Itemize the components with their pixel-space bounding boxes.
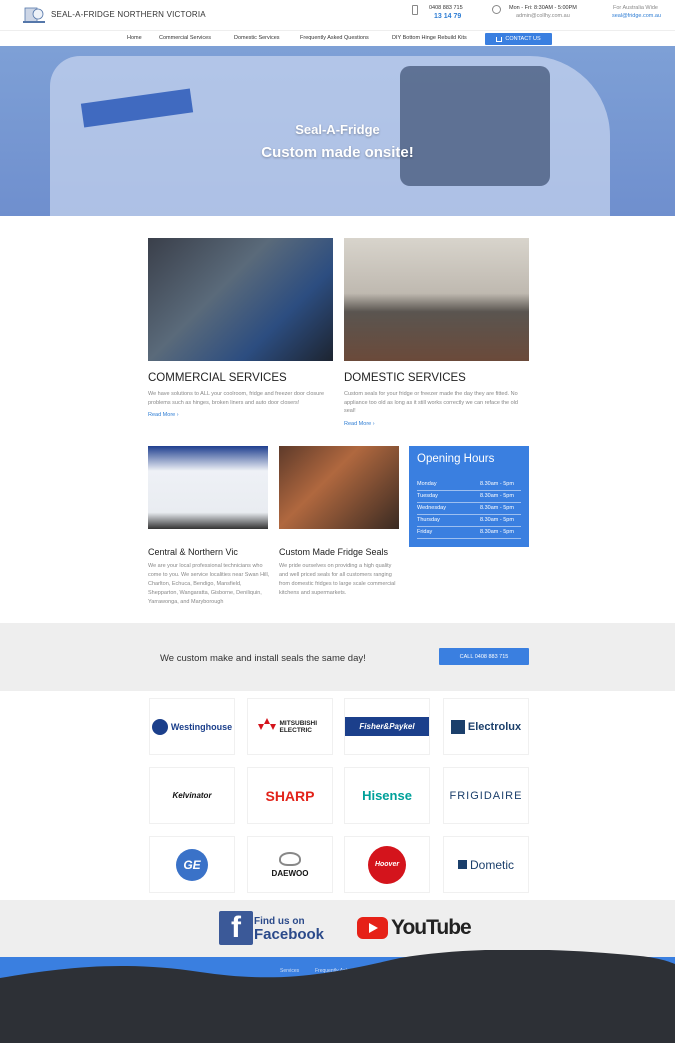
brand-daewoo: DAEWOO xyxy=(247,836,333,893)
youtube-label[interactable]: YouTube xyxy=(391,916,472,940)
contact-us-button[interactable]: CONTACT US xyxy=(485,33,552,45)
commercial-read-more-link[interactable]: Read More › xyxy=(148,412,179,418)
domestic-services-text: Custom seals for your fridge or freezer … xyxy=(344,391,518,414)
commercial-services-heading[interactable]: COMMERCIAL SERVICES xyxy=(148,372,287,384)
brand-label: Dometic xyxy=(469,857,514,872)
hours-day: Monday xyxy=(417,481,437,487)
site-header: SEAL-A-FRIDGE NORTHERN VICTORIA 0408 883… xyxy=(0,0,675,30)
header-email[interactable]: admin@collhy.com.au xyxy=(516,13,570,19)
australia-wide-email[interactable]: seal@fridge.com.au xyxy=(612,13,661,19)
brand-kelvinator: Kelvinator xyxy=(149,767,235,824)
nav-diy-kits[interactable]: DIY Bottom Hinge Rebuild Kits xyxy=(392,35,467,41)
domestic-services-image[interactable] xyxy=(344,238,529,361)
call-button[interactable]: CALL 0408 883 715 xyxy=(439,648,529,665)
brand-label: Hoover xyxy=(368,845,406,884)
central-vic-heading: Central & Northern Vic xyxy=(148,547,238,557)
fridge-seals-text: We pride ourselves on providing a high q… xyxy=(279,563,396,596)
cta-text: We custom make and install seals the sam… xyxy=(160,653,366,664)
hours-time: 8.30am - 5pm xyxy=(480,529,514,535)
facebook-icon[interactable]: f xyxy=(219,911,253,945)
hours-time: 8.30am - 5pm xyxy=(480,481,514,487)
cta-band: We custom make and install seals the sam… xyxy=(0,623,675,691)
domestic-services-heading[interactable]: DOMESTIC SERVICES xyxy=(344,372,466,384)
brand-label: Kelvinator xyxy=(172,791,212,800)
brand-label: SHARP xyxy=(265,787,315,804)
footer-wave xyxy=(0,950,675,1043)
brand-hisense: Hisense xyxy=(344,767,430,824)
fridge-seals-heading: Custom Made Fridge Seals xyxy=(279,547,389,557)
brand-label: DAEWOO xyxy=(271,868,309,878)
hero-banner: Seal-A-Fridge Custom made onsite! xyxy=(0,46,675,216)
mitsubishi-logo-icon xyxy=(257,717,276,730)
brand-label: MITSUBISHI ELECTRIC xyxy=(279,719,318,734)
brand-label: Westinghouse xyxy=(170,721,233,732)
brand-label: Electrolux xyxy=(467,720,522,733)
hours-row: Tuesday 8.30am - 5pm xyxy=(417,491,521,503)
phone-icon xyxy=(412,5,418,15)
hours-day: Tuesday xyxy=(417,493,438,499)
facebook-label[interactable]: Facebook xyxy=(254,926,324,943)
site-title[interactable]: SEAL-A-FRIDGE NORTHERN VICTORIA xyxy=(51,10,206,19)
hours-row: Wednesday 8.30am - 5pm xyxy=(417,503,521,515)
brand-ge: GE xyxy=(149,836,235,893)
hours-time: 8.30am - 5pm xyxy=(480,505,514,511)
clock-icon xyxy=(492,5,501,14)
central-vic-van-image xyxy=(148,446,268,529)
brand-label: FRIGIDAIRE xyxy=(449,789,523,802)
hours-day: Friday xyxy=(417,529,433,535)
brand-label: Fisher&Paykel xyxy=(345,717,429,736)
hours-day: Wednesday xyxy=(417,505,446,511)
brand-label: Hisense xyxy=(362,788,412,803)
hours-time: 8.30am - 5pm xyxy=(480,493,514,499)
hours-row: Monday 8.30am - 5pm xyxy=(417,479,521,491)
brand-dometic: Dometic xyxy=(443,836,529,893)
commercial-services-text: We have solutions to ALL your coolroom, … xyxy=(148,391,325,406)
nav-faq[interactable]: Frequently Asked Questions xyxy=(300,35,369,41)
nav-commercial-services[interactable]: Commercial Services xyxy=(159,35,211,41)
commercial-services-image[interactable] xyxy=(148,238,333,361)
main-nav: Home Commercial Services Domestic Servic… xyxy=(0,30,675,46)
brand-electrolux: Electrolux xyxy=(443,698,529,755)
opening-hours-title: Opening Hours xyxy=(417,453,495,465)
opening-hours-box: Opening Hours Monday 8.30am - 5pm Tuesda… xyxy=(409,446,529,547)
hours-day: Thursday xyxy=(417,517,440,523)
brand-fisher-paykel: Fisher&Paykel xyxy=(344,698,430,755)
nav-domestic-services[interactable]: Domestic Services xyxy=(234,35,280,41)
brand-label: GE xyxy=(176,848,208,881)
australia-wide-label: For Australia Wide xyxy=(613,5,658,11)
header-phone-secondary[interactable]: 13 14 79 xyxy=(434,13,461,20)
youtube-icon[interactable] xyxy=(357,917,388,939)
cart-icon xyxy=(496,36,503,42)
central-vic-text: We are your local professional technicia… xyxy=(148,563,270,605)
contact-us-label: CONTACT US xyxy=(505,36,541,42)
fridge-seals-image xyxy=(279,446,399,529)
brand-hoover: Hoover xyxy=(344,836,430,893)
nav-home[interactable]: Home xyxy=(127,35,142,41)
daewoo-logo-icon xyxy=(279,851,301,866)
header-hours: Mon - Fri: 8:30AM - 5:00PM xyxy=(509,5,577,11)
westinghouse-logo-icon xyxy=(151,718,168,735)
hero-title: Seal-A-Fridge xyxy=(295,122,380,137)
header-phone[interactable]: 0408 883 715 xyxy=(429,5,463,11)
hours-row: Friday 8.30am - 5pm xyxy=(417,527,521,539)
domestic-read-more-link[interactable]: Read More › xyxy=(344,421,375,427)
electrolux-logo-icon xyxy=(450,719,465,734)
brand-mitsubishi: MITSUBISHI ELECTRIC xyxy=(247,698,333,755)
hours-row: Thursday 8.30am - 5pm xyxy=(417,515,521,527)
hero-subtitle: Custom made onsite! xyxy=(261,144,414,161)
hours-time: 8.30am - 5pm xyxy=(480,517,514,523)
brand-frigidaire: FRIGIDAIRE xyxy=(443,767,529,824)
brand-sharp: SHARP xyxy=(247,767,333,824)
logo-icon[interactable] xyxy=(22,4,46,24)
dometic-logo-icon xyxy=(457,860,467,869)
brand-westinghouse: Westinghouse xyxy=(149,698,235,755)
